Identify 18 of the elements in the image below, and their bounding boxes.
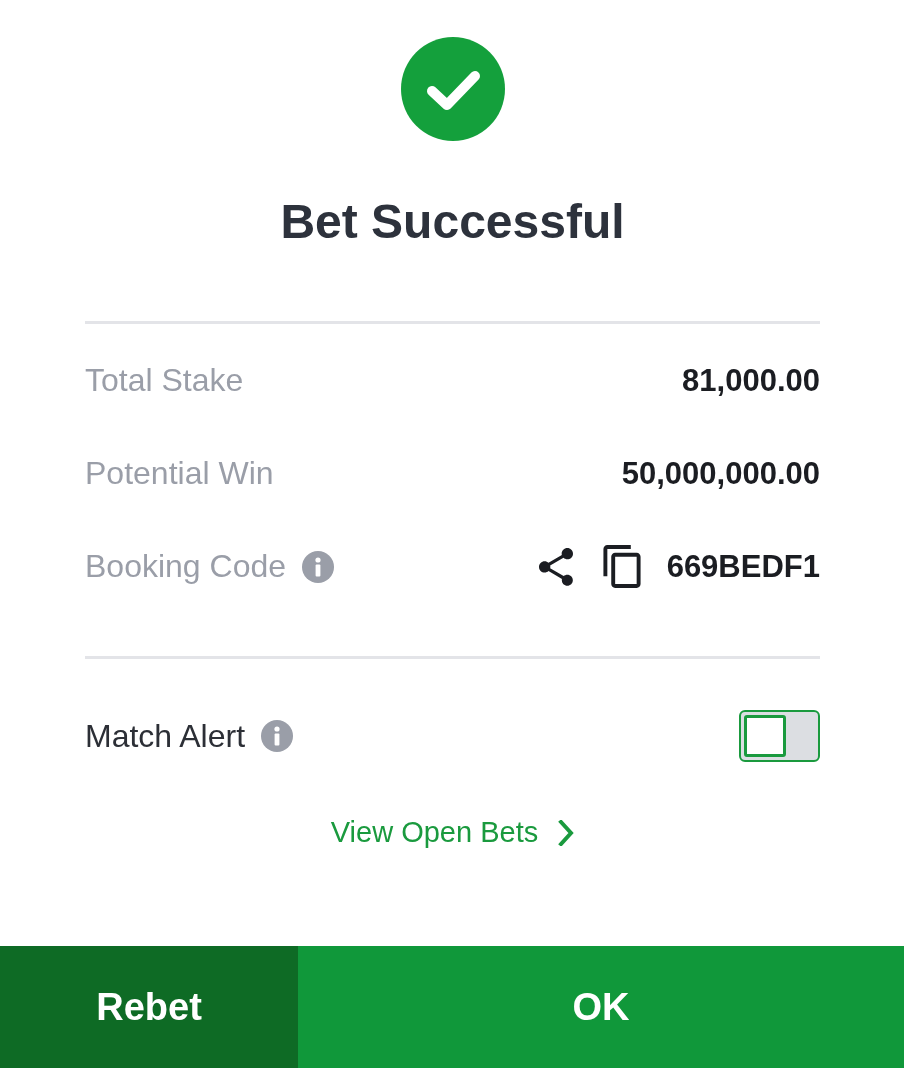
copy-icon[interactable] — [602, 545, 641, 588]
action-button[interactable]: OK — [298, 946, 904, 1068]
summary-value: 81,000.00 — [682, 362, 820, 399]
action-button[interactable]: Rebet — [0, 946, 298, 1068]
info-icon[interactable] — [302, 550, 335, 583]
info-icon[interactable] — [261, 720, 294, 752]
summary-label: Booking Code — [85, 548, 287, 585]
success-title: Bet Successful — [280, 194, 625, 250]
success-check-icon — [400, 37, 505, 141]
summary-label: Total Stake — [85, 362, 244, 399]
booking-code: 669BEDF1 — [666, 548, 820, 585]
summary-value: 50,000,000.00 — [621, 455, 820, 492]
match-alert-toggle[interactable] — [739, 710, 820, 762]
share-icon[interactable] — [538, 547, 573, 586]
view-open-bets-link[interactable]: View Open Bets — [330, 816, 575, 849]
summary-label: Potential Win — [85, 455, 274, 492]
match-alert-label: Match Alert — [85, 717, 246, 755]
chevron-right-icon — [558, 819, 575, 846]
